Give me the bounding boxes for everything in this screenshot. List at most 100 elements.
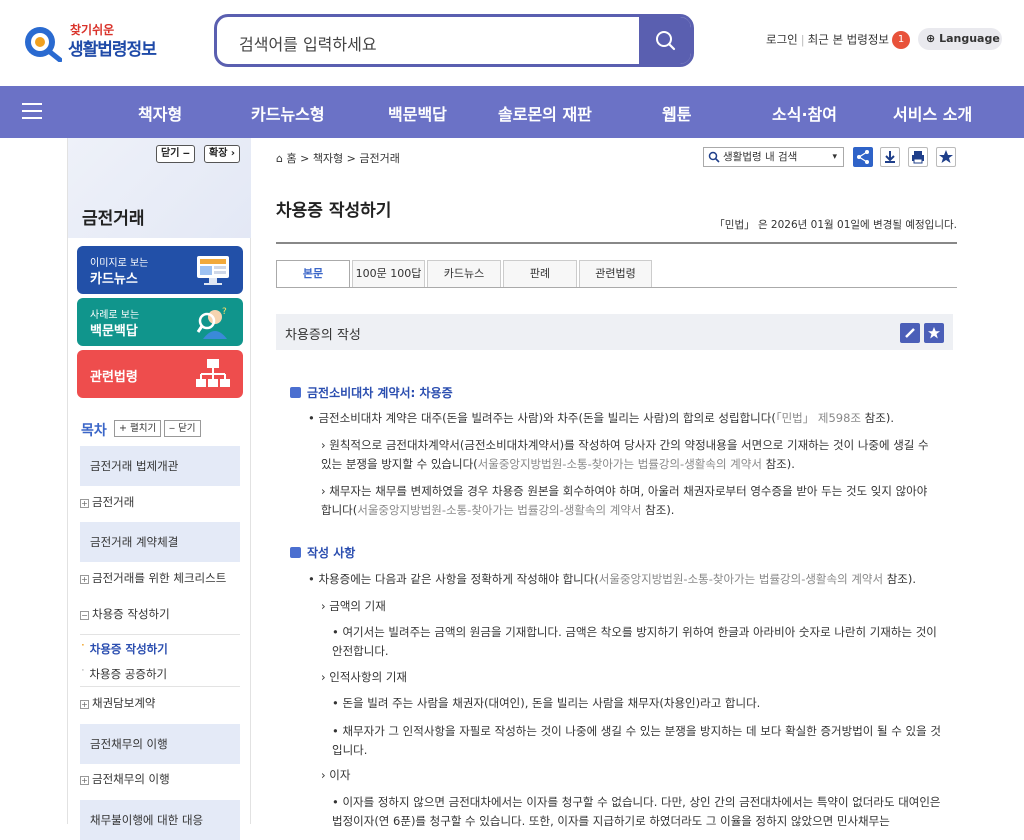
toc-item-collateral[interactable]: + 채권담보계약: [80, 695, 155, 711]
toc-divider: [80, 634, 240, 635]
paragraph: • 채무자가 그 인적사항을 자필로 작성하는 것이 나중에 생길 수 있는 분…: [332, 724, 941, 757]
section-header: 차용증의 작성: [276, 314, 953, 350]
share-icon[interactable]: [853, 147, 873, 167]
toc-section-contract[interactable]: 금전거래 계약체결: [80, 522, 240, 562]
toc-item-checklist[interactable]: + 금전거래를 위한 체크리스트: [80, 570, 226, 586]
paragraph: › 채무자는 채무를 변제하였을 경우 차용증 원본을 회수하여야 하며, 아울…: [321, 484, 928, 517]
toc-section-default[interactable]: 채무불이행에 대한 대응: [80, 800, 240, 840]
toc-item-label: 차용증 작성하기: [92, 607, 170, 621]
nav-item-cardnews[interactable]: 카드뉴스형: [251, 101, 325, 125]
download-icon[interactable]: [880, 147, 900, 167]
subheading-contract: 금전소비대차 계약서: 차용증: [290, 384, 453, 401]
list-item-heading: › 이자: [321, 768, 351, 782]
sidebar-expand-button[interactable]: 확장 ›: [204, 145, 241, 163]
search-box[interactable]: 검색어를 입력하세요: [214, 14, 694, 67]
svg-text:?: ?: [222, 307, 227, 317]
card-title: 카드뉴스: [90, 272, 138, 287]
login-link[interactable]: 로그인: [766, 33, 798, 47]
text: 금액의 기재: [329, 599, 386, 613]
tab-cardnews[interactable]: 카드뉴스: [427, 260, 501, 288]
globe-icon: ⊕: [926, 32, 936, 45]
sidebar-close-button[interactable]: 닫기 ‒: [156, 145, 195, 163]
toc-item-promissory-note[interactable]: − 차용증 작성하기: [80, 606, 170, 622]
title-divider: [276, 242, 957, 244]
nav-item-about[interactable]: 서비스 소개: [893, 101, 972, 125]
logo-title: 생활법령정보: [68, 40, 157, 60]
bullet-square-icon: [290, 387, 301, 398]
toc-item-label: 금전거래: [92, 495, 135, 509]
paragraph: • 금전소비대차 계약은 대주(돈을 빌려주는 사람)와 차주(돈을 빌리는 사…: [308, 411, 894, 425]
text: 참조).: [861, 411, 894, 425]
toc-item-label: 차용증 공증하기: [89, 667, 168, 681]
paragraph: • 돈을 빌려 주는 사람을 채권자(대여인), 돈을 빌리는 사람을 채무자(…: [332, 696, 761, 710]
text: 참조).: [641, 503, 675, 517]
search-select-value: 생활법령 내 검색: [723, 151, 798, 163]
logo-mark-icon: [25, 27, 62, 62]
search-input[interactable]: 검색어를 입력하세요: [239, 31, 377, 55]
tab-precedents[interactable]: 판례: [503, 260, 577, 288]
toc-heading: 목차: [81, 423, 107, 439]
home-icon[interactable]: ⌂: [276, 152, 283, 165]
toc-subitem-notarize[interactable]: ˙ 차용증 공증하기: [80, 666, 167, 682]
text: 참조).: [883, 572, 917, 586]
plus-icon: +: [80, 499, 89, 508]
text: 이자: [329, 768, 351, 782]
nav-item-news[interactable]: 소식·참여: [772, 101, 837, 125]
recent-laws-link[interactable]: 최근 본 법령정보: [808, 33, 889, 47]
edit-icon[interactable]: [900, 323, 920, 343]
in-site-search-select[interactable]: 생활법령 내 검색 ▾: [703, 147, 844, 167]
search-button[interactable]: [639, 17, 691, 64]
paragraph: › 원칙적으로 금전대차계약서(금전소비대차계약서)를 작성하여 당사자 간의 …: [321, 438, 929, 471]
nav-item-qna[interactable]: 백문백답: [388, 101, 447, 125]
sidebar: 닫기 ‒ 확장 › 금전거래 이미지로 보는 카드뉴스 사례로 보는 백문백답 …: [67, 138, 251, 840]
plus-icon: +: [80, 575, 89, 584]
nav-item-webtoon[interactable]: 웹툰: [662, 101, 691, 125]
menu-icon[interactable]: [22, 103, 42, 119]
reference-link[interactable]: 서울중앙지방법원-소통-찾아가는 법률강의-생활속의 계약서: [599, 572, 883, 586]
qna-card[interactable]: 사례로 보는 백문백답 ?: [77, 298, 243, 346]
related-laws-card[interactable]: 관련법령: [77, 350, 243, 398]
main-nav: 책자형 카드뉴스형 백문백답 솔로몬의 재판 웹툰 소식·참여 서비스 소개: [0, 86, 1024, 138]
print-icon[interactable]: [908, 147, 928, 167]
toc-item-label: 채권담보계약: [92, 696, 156, 710]
toc-section-performance[interactable]: 금전채무의 이행: [80, 724, 240, 764]
law-reference-link[interactable]: 「민법」 제598조: [776, 411, 861, 425]
subheading-items: 작성 사항: [290, 544, 355, 561]
paragraph: • 차용증에는 다음과 같은 사항을 정확하게 작성해야 합니다(서울중앙지방법…: [308, 572, 917, 586]
star-icon[interactable]: [924, 323, 944, 343]
search-icon: [708, 151, 720, 163]
text: 여기서는 빌려주는 금액의 원금을 기재합니다. 금액은 착오를 방지하기 위하…: [332, 625, 937, 658]
bookmark-star-icon[interactable]: [936, 147, 956, 167]
tab-body[interactable]: 본문: [276, 260, 350, 288]
subheading-text: 작성 사항: [307, 546, 356, 560]
text: 차용증에는 다음과 같은 사항을 정확하게 작성해야 합니다(: [318, 572, 599, 586]
subheading-text: 금전소비대차 계약서: 차용증: [307, 386, 453, 400]
site-logo[interactable]: 찾기쉬운 생활법령정보: [22, 18, 172, 64]
card-subtitle: 사례로 보는: [90, 310, 140, 321]
nav-item-booklet[interactable]: 책자형: [138, 101, 182, 125]
nav-item-solomon[interactable]: 솔로몬의 재판: [498, 101, 592, 125]
reference-link[interactable]: 서울중앙지방법원-소통-찾아가는 법률강의-생활속의 계약서: [478, 457, 762, 471]
page-title: 차용증 작성하기: [276, 201, 392, 221]
toc-item-label: 금전거래를 위한 체크리스트: [92, 571, 227, 585]
breadcrumb: ⌂ 홈 > 책자형 > 금전거래: [276, 150, 400, 166]
breadcrumb-text[interactable]: 홈 > 책자형 > 금전거래: [286, 152, 399, 165]
tab-100qna[interactable]: 100문 100답: [352, 260, 425, 288]
paragraph: • 여기서는 빌려주는 금액의 원금을 기재합니다. 금액은 착오를 방지하기 …: [332, 625, 937, 658]
plus-icon: +: [80, 776, 89, 785]
toc-subitem-write-note[interactable]: ˙ 차용증 작성하기: [80, 641, 168, 657]
language-button[interactable]: ⊕ Language: [918, 28, 1002, 50]
toc-section-overview[interactable]: 금전거래 법제개관: [80, 446, 240, 486]
tab-related-laws[interactable]: 관련법령: [579, 260, 652, 288]
bullet-icon: ˙: [80, 642, 86, 656]
reference-link[interactable]: 서울중앙지방법원-소통-찾아가는 법률강의-생활속의 계약서: [357, 503, 641, 517]
toc-item-debt-performance[interactable]: + 금전채무의 이행: [80, 771, 170, 787]
org-chart-icon: [196, 359, 230, 387]
main-content: ⌂ 홈 > 책자형 > 금전거래 생활법령 내 검색 ▾ 차용증 작성하기 「민…: [276, 138, 966, 828]
toc-fold-button[interactable]: ‒ 닫기: [164, 420, 201, 437]
recent-count-badge: 1: [892, 31, 910, 49]
toc-item-money-trade[interactable]: + 금전거래: [80, 494, 134, 510]
cardnews-card[interactable]: 이미지로 보는 카드뉴스: [77, 246, 243, 294]
tab-divider: [276, 287, 957, 288]
toc-unfold-button[interactable]: + 펼치기: [114, 420, 162, 437]
